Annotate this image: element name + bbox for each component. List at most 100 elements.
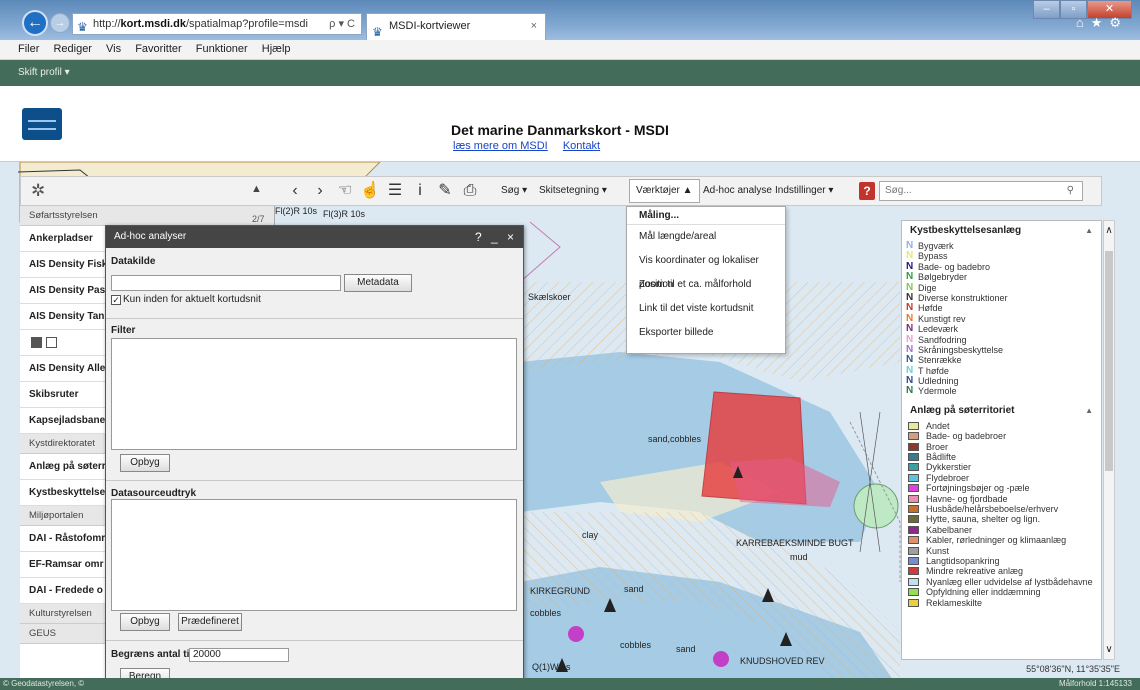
dialog-title: Ad-hoc analyser xyxy=(114,231,187,242)
legend-label: Sandfodring xyxy=(918,334,967,345)
sketch-menu[interactable]: Skitsetegning ▾ xyxy=(539,177,607,205)
info-icon[interactable]: i xyxy=(408,179,432,203)
predefined-button[interactable]: Prædefineret xyxy=(178,613,242,631)
checkmark-icon[interactable]: ✓ xyxy=(111,295,121,305)
layer-grid-icon[interactable] xyxy=(31,337,42,348)
menu-tools[interactable]: Funktioner xyxy=(196,43,248,55)
search-input[interactable]: Søg... ⚲ xyxy=(879,181,1083,201)
back-arrow-icon[interactable]: ← xyxy=(22,10,48,36)
current-view-checkbox-row[interactable]: ✓ Kun inden for aktuelt kortudsnit xyxy=(111,294,261,305)
legend-label: Ydermole xyxy=(918,386,957,397)
browser-tab[interactable]: ♛ MSDI-kortviewer × xyxy=(366,13,546,40)
legend-item: Mindre rekreative anlæg xyxy=(902,566,1101,576)
expression-textarea[interactable] xyxy=(111,499,517,611)
layer-box-icon[interactable] xyxy=(46,337,57,348)
tools-menu[interactable]: Værktøjer ▲ xyxy=(629,179,700,203)
datasource-label: Datakilde xyxy=(111,256,156,267)
minimize-icon[interactable]: – xyxy=(1033,0,1060,19)
legend-swatch xyxy=(908,598,919,607)
address-bar[interactable]: ♛ http://kort.msdi.dk/spatialmap?profile… xyxy=(72,13,362,35)
layer-category[interactable]: Søfartsstyrelsen 2/7 xyxy=(20,206,274,226)
legend-item: Kabler, rørledninger og klimaanlæg xyxy=(902,535,1101,545)
eraser-icon[interactable]: ✎ xyxy=(433,179,457,203)
tools-item-link[interactable]: Link til det viste kortudsnit xyxy=(627,297,785,321)
address-tools[interactable]: ρ ▾ C xyxy=(329,14,355,34)
back-icon[interactable]: ‹ xyxy=(283,179,307,203)
legend-section-coastal[interactable]: Kystbeskyttelsesanlæg ▲ xyxy=(902,221,1101,241)
map-label-sand-2: sand xyxy=(676,644,696,654)
help-icon[interactable]: ? xyxy=(859,182,875,200)
contact-link[interactable]: Kontakt xyxy=(563,140,600,152)
map-label-sand-1: sand xyxy=(624,584,644,594)
settings-menu[interactable]: Indstillinger ▾ xyxy=(775,177,833,205)
filter-textarea[interactable] xyxy=(111,338,517,450)
pan-hand-icon[interactable]: ☜ xyxy=(333,179,357,203)
print-icon[interactable]: ⎙ xyxy=(458,179,482,203)
legend-swatch xyxy=(908,567,919,576)
search-menu[interactable]: Søg ▾ xyxy=(501,177,527,205)
menu-file[interactable]: Filer xyxy=(18,43,39,55)
build-filter-button[interactable]: Opbyg xyxy=(120,454,170,472)
home-icon[interactable]: ⌂ xyxy=(1076,15,1091,30)
collapse-panel-icon[interactable]: ▲ xyxy=(251,183,262,195)
menu-view[interactable]: Vis xyxy=(106,43,121,55)
tools-item-measure[interactable]: Mål længde/areal xyxy=(627,225,785,249)
divider xyxy=(106,480,523,481)
legend-item: Husbåde/helårsbeboelse/erhverv xyxy=(902,504,1101,514)
forward-arrow-icon[interactable]: → xyxy=(50,13,70,33)
legend-item: N Høfde xyxy=(902,302,1101,314)
identify-pointer-icon[interactable]: ☝ xyxy=(358,179,382,203)
build-expression-button[interactable]: Opbyg xyxy=(120,613,170,631)
metadata-button[interactable]: Metadata xyxy=(344,274,412,292)
legend-section-territorial[interactable]: Anlæg på søterritoriet ▲ xyxy=(902,401,1101,421)
tab-close-icon[interactable]: × xyxy=(531,14,537,38)
legend-scrollbar[interactable]: ∧ ∨ xyxy=(1103,220,1115,660)
scroll-thumb[interactable] xyxy=(1105,251,1113,471)
settings-gear-icon[interactable]: ⚙ xyxy=(1109,15,1128,30)
legend-label: Bygværk xyxy=(918,241,954,251)
list-icon[interactable]: ☰ xyxy=(383,179,407,203)
adhoc-dialog: Ad-hoc analyser ? _ × Datakilde Metadata… xyxy=(105,225,524,690)
dialog-title-bar[interactable]: Ad-hoc analyser ? _ × xyxy=(106,226,523,248)
scroll-up-icon[interactable]: ∧ xyxy=(1104,225,1114,236)
legend-swatch xyxy=(908,536,919,545)
collapse-icon[interactable]: ▲ xyxy=(1085,221,1093,241)
header-links: læs mere om MSDI Kontakt xyxy=(453,140,612,152)
gear-icon[interactable]: ✲ xyxy=(31,181,45,201)
address-url: http://kort.msdi.dk/spatialmap?profile=m… xyxy=(93,18,308,30)
legend-label: Andet xyxy=(926,420,950,431)
switch-profile-button[interactable]: Skift profil ▾ xyxy=(18,67,70,78)
legend-item: N Ydermole xyxy=(902,386,1101,397)
scroll-down-icon[interactable]: ∨ xyxy=(1104,644,1114,655)
legend-item: Kabelbaner xyxy=(902,525,1101,535)
legend-item: N Bade- og badebro xyxy=(902,261,1101,272)
legend-line-icon: N xyxy=(906,302,914,314)
legend-line-icon: N xyxy=(906,354,914,366)
menu-help[interactable]: Hjælp xyxy=(262,43,291,55)
legend-item: N Ledeværk xyxy=(902,323,1101,335)
legend-item: Hytte, sauna, shelter og lign. xyxy=(902,514,1101,524)
tools-item-export[interactable]: Eksporter billede xyxy=(627,321,785,345)
adhoc-analysis-menu[interactable]: Ad-hoc analyse xyxy=(703,177,772,205)
legend-swatch xyxy=(908,515,919,524)
favorites-star-icon[interactable]: ★ xyxy=(1091,15,1110,30)
legend-items-coastal: N Bygværk N Bypass N Bade- og badebro N Bølgebr… xyxy=(902,241,1101,397)
tools-item-zoom-scale[interactable]: Zoom til et ca. målforhold xyxy=(627,273,785,297)
menu-edit[interactable]: Rediger xyxy=(53,43,92,55)
limit-input[interactable]: 20000 xyxy=(189,648,289,662)
legend-item: Langtidsopankring xyxy=(902,556,1101,566)
legend-label: Kabler, rørledninger og klimaanlæg xyxy=(926,535,1067,546)
forward-icon[interactable]: › xyxy=(308,179,332,203)
collapse-icon[interactable]: ▲ xyxy=(1085,401,1093,421)
legend-swatch xyxy=(908,588,919,597)
datasource-input[interactable] xyxy=(111,275,341,291)
legend-item: Havne- og fjordbade xyxy=(902,494,1101,504)
legend-line-icon: N xyxy=(906,323,914,335)
search-icon[interactable]: ⚲ xyxy=(1067,182,1074,200)
legend-label: Dige xyxy=(918,282,937,293)
read-more-link[interactable]: læs mere om MSDI xyxy=(453,140,548,152)
dialog-controls[interactable]: ? _ × xyxy=(475,226,517,248)
menu-favorites[interactable]: Favoritter xyxy=(135,43,181,55)
tools-item-coordinates[interactable]: Vis koordinater og lokaliser position xyxy=(627,249,785,290)
search-placeholder: Søg... xyxy=(885,185,912,196)
